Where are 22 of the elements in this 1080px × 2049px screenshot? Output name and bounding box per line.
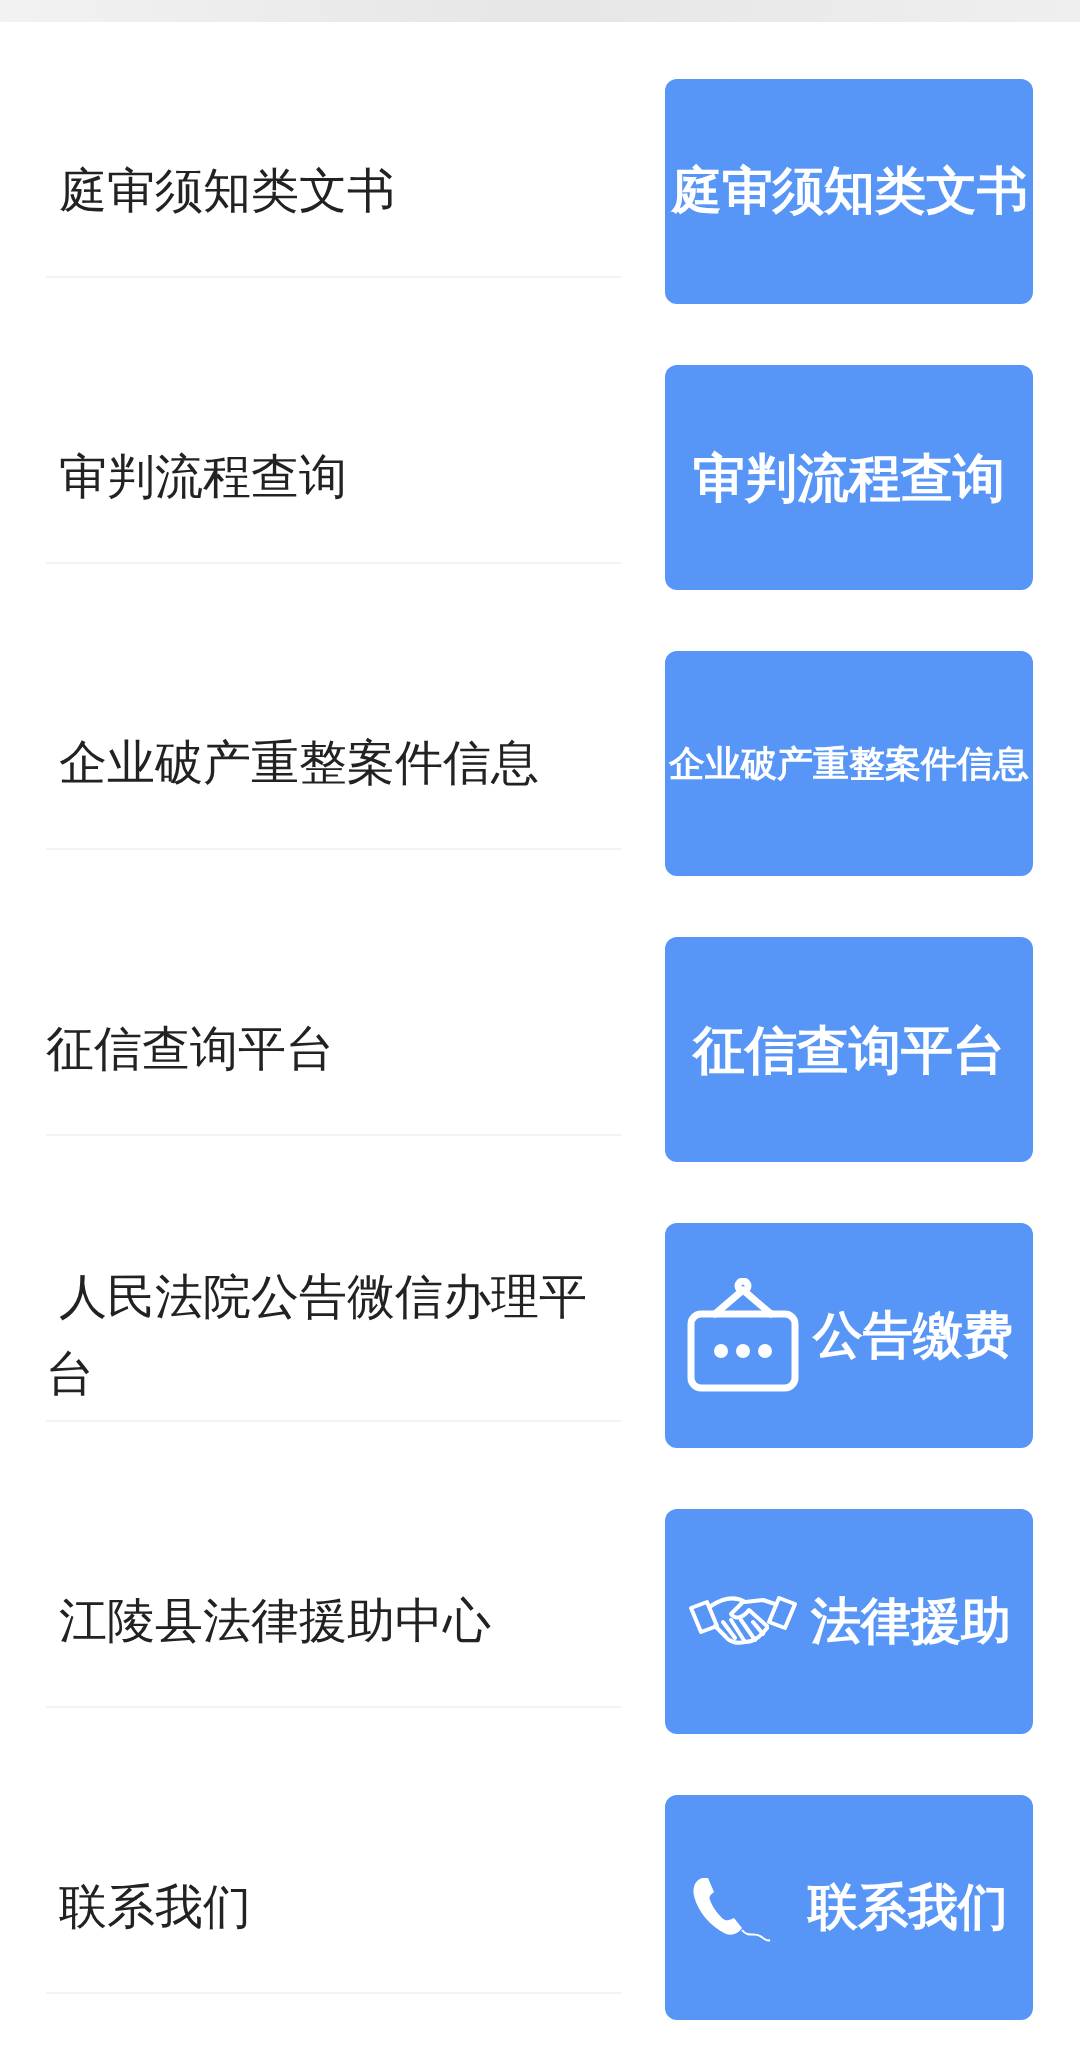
link-card[interactable]: 征信查询平台	[665, 937, 1033, 1162]
item-label: 江陵县法律援助中心	[58, 1593, 493, 1650]
sign-icon	[685, 1277, 801, 1394]
link-card[interactable]: 联系我们	[665, 1795, 1033, 2020]
item-label: 企业破产重整案件信息	[58, 735, 541, 792]
card-title: 企业破产重整案件信息	[669, 741, 1029, 786]
item-label: 人民法院公告微信办理平台	[46, 1268, 589, 1402]
card-title: 庭审须知类文书	[670, 161, 1028, 222]
item-label: 联系我们	[58, 1879, 253, 1936]
item-label: 庭审须知类文书	[58, 163, 397, 220]
card-title: 审判流程查询	[693, 447, 1005, 509]
link-card[interactable]: 审判流程查询	[665, 365, 1033, 590]
item-label: 征信查询平台	[46, 1021, 335, 1078]
card-title: 公告缴费	[813, 1306, 1013, 1365]
link-card[interactable]: 庭审须知类文书	[665, 79, 1033, 304]
card-title: 联系我们	[808, 1878, 1008, 1937]
link-card[interactable]: 法律援助	[665, 1509, 1033, 1734]
card-title: 征信查询平台	[693, 1019, 1005, 1081]
card-title: 法律援助	[811, 1592, 1011, 1651]
item-label: 审判流程查询	[58, 449, 349, 506]
link-card[interactable]: 公告缴费	[665, 1223, 1033, 1448]
link-card[interactable]: 企业破产重整案件信息	[665, 651, 1033, 876]
